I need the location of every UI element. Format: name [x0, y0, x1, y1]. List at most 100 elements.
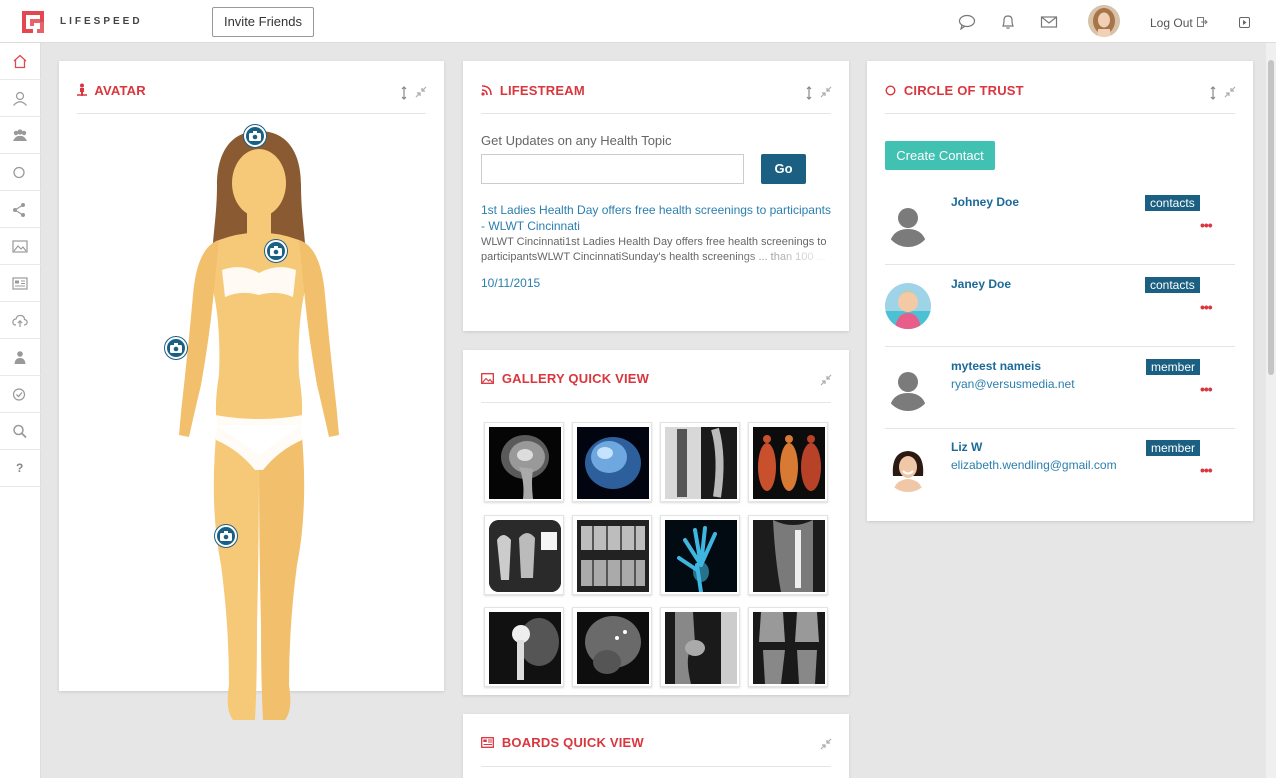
contact-name[interactable]: Liz W [951, 440, 982, 454]
gallery-thumb-mri-brain[interactable] [484, 422, 564, 502]
logout-icon[interactable] [1197, 17, 1208, 27]
gallery-thumb-hand-xray[interactable] [660, 515, 740, 595]
person-icon [14, 351, 26, 364]
gallery-thumb-skull-xray[interactable] [572, 607, 652, 687]
camera-pin-chest[interactable] [265, 240, 287, 262]
panel-divider [77, 113, 426, 114]
sidebar-item-groups[interactable] [0, 117, 41, 154]
contact-name[interactable]: Johney Doe [951, 195, 1019, 209]
lifestream-topic-input[interactable] [481, 154, 744, 184]
resize-vertical-icon[interactable] [1210, 86, 1216, 100]
share-icon [13, 203, 25, 217]
boards-title-text: BOARDS QUICK VIEW [501, 735, 644, 750]
contact-row[interactable]: Johney Doe contacts ••• [885, 183, 1235, 265]
lifestream-panel-title: LIFESTREAM [481, 83, 585, 98]
cloud-upload-icon [12, 314, 28, 327]
image-icon [12, 240, 28, 253]
collapse-icon[interactable] [820, 86, 832, 98]
sidebar-item-profile[interactable] [0, 80, 41, 117]
gallery-thumb-teeth-xray[interactable] [572, 515, 652, 595]
contact-row[interactable]: Liz W elizabeth.wendling@gmail.com membe… [885, 428, 1235, 510]
gallery-thumb-hip-implant[interactable] [484, 607, 564, 687]
sidebar-item-upload[interactable] [0, 302, 41, 339]
gallery-thumb-femur-xray[interactable] [748, 515, 828, 595]
article-title-link[interactable]: 1st Ladies Health Day offers free health… [481, 202, 833, 234]
resize-vertical-icon[interactable] [401, 86, 407, 100]
boards-panel-title: BOARDS QUICK VIEW [481, 735, 644, 750]
more-options-icon[interactable]: ••• [1200, 463, 1213, 477]
panel-divider [885, 113, 1235, 114]
user-avatar[interactable] [1088, 5, 1120, 37]
more-options-icon[interactable]: ••• [1200, 300, 1213, 314]
panel-divider [481, 766, 831, 767]
gallery-thumb-knee-front-xray[interactable] [748, 607, 828, 687]
contact-email[interactable]: ryan@versusmedia.net [951, 377, 1075, 391]
sidebar-item-search[interactable] [0, 413, 41, 450]
circle-icon [885, 85, 896, 96]
contact-avatar-photo [885, 283, 931, 329]
avatar-title-text: AVATAR [94, 83, 146, 98]
gallery-thumb-knee-side-xray[interactable] [660, 607, 740, 687]
create-contact-button[interactable]: Create Contact [885, 141, 995, 170]
gallery-thumb-body-anatomy[interactable] [748, 422, 828, 502]
collapse-icon[interactable] [820, 374, 832, 386]
gallery-thumb-dental-xray[interactable] [484, 515, 564, 595]
collapse-icon[interactable] [820, 738, 832, 750]
panel-divider [481, 113, 831, 114]
sidebar-item-circle[interactable] [0, 154, 41, 191]
camera-pin-head[interactable] [244, 125, 266, 147]
rss-icon [481, 85, 492, 96]
sidebar-item-gallery[interactable] [0, 228, 41, 265]
group-icon [13, 129, 27, 141]
panel-divider [481, 402, 831, 403]
contact-type-badge: member [1146, 440, 1201, 456]
camera-pin-knee[interactable] [215, 525, 237, 547]
contact-name[interactable]: Janey Doe [951, 277, 1011, 291]
page-scrollbar-thumb[interactable] [1268, 60, 1274, 375]
sidebar-item-person[interactable] [0, 339, 41, 376]
go-button[interactable]: Go [761, 154, 806, 184]
contact-email[interactable]: elizabeth.wendling@gmail.com [951, 458, 1117, 472]
lifestream-search-label: Get Updates on any Health Topic [481, 133, 672, 148]
top-bar: LIFESPEED Invite Friends Log Out [0, 0, 1276, 43]
board-icon [481, 737, 494, 748]
sidebar-item-share[interactable] [0, 191, 41, 228]
contact-type-badge: member [1146, 359, 1201, 375]
contact-row[interactable]: myteest nameis ryan@versusmedia.net memb… [885, 347, 1235, 429]
body-figure[interactable] [159, 125, 359, 725]
more-options-icon[interactable]: ••• [1200, 382, 1213, 396]
check-circle-icon [12, 388, 26, 401]
panel-toggle-icon[interactable] [1239, 17, 1250, 28]
contact-name[interactable]: myteest nameis [951, 359, 1041, 373]
sidebar-item-checklist[interactable] [0, 376, 41, 413]
avatar-panel-title: AVATAR [77, 83, 146, 98]
bell-icon[interactable] [999, 14, 1017, 30]
camera-icon [249, 131, 261, 141]
contact-row[interactable]: Janey Doe contacts ••• [885, 265, 1235, 347]
circle-of-trust-title-text: CIRCLE OF TRUST [903, 83, 1024, 98]
board-icon [12, 277, 28, 290]
more-options-icon[interactable]: ••• [1200, 218, 1213, 232]
resize-vertical-icon[interactable] [806, 86, 812, 100]
gallery-thumb-skull-3d[interactable] [572, 422, 652, 502]
contact-type-badge: contacts [1145, 277, 1200, 293]
chat-icon[interactable] [958, 14, 976, 30]
lifespeed-logo-icon[interactable] [20, 9, 46, 35]
lifestream-title-text: LIFESTREAM [499, 83, 585, 98]
logout-link[interactable]: Log Out [1150, 16, 1193, 30]
camera-icon [270, 246, 282, 256]
gallery-thumb-spine-xray[interactable] [660, 422, 740, 502]
collapse-icon[interactable] [415, 86, 427, 98]
sidebar-item-boards[interactable] [0, 265, 41, 302]
collapse-icon[interactable] [1224, 86, 1236, 98]
invite-friends-button[interactable]: Invite Friends [212, 7, 314, 37]
article-date: 10/11/2015 [481, 276, 541, 290]
image-icon [481, 373, 494, 384]
sidebar-item-help[interactable]: ? [0, 450, 41, 487]
contact-type-badge: contacts [1145, 195, 1200, 211]
camera-pin-arm[interactable] [165, 337, 187, 359]
mail-icon[interactable] [1040, 14, 1058, 30]
sidebar-item-home[interactable] [0, 43, 41, 80]
contact-avatar-placeholder [885, 365, 931, 411]
user-icon [13, 91, 27, 106]
